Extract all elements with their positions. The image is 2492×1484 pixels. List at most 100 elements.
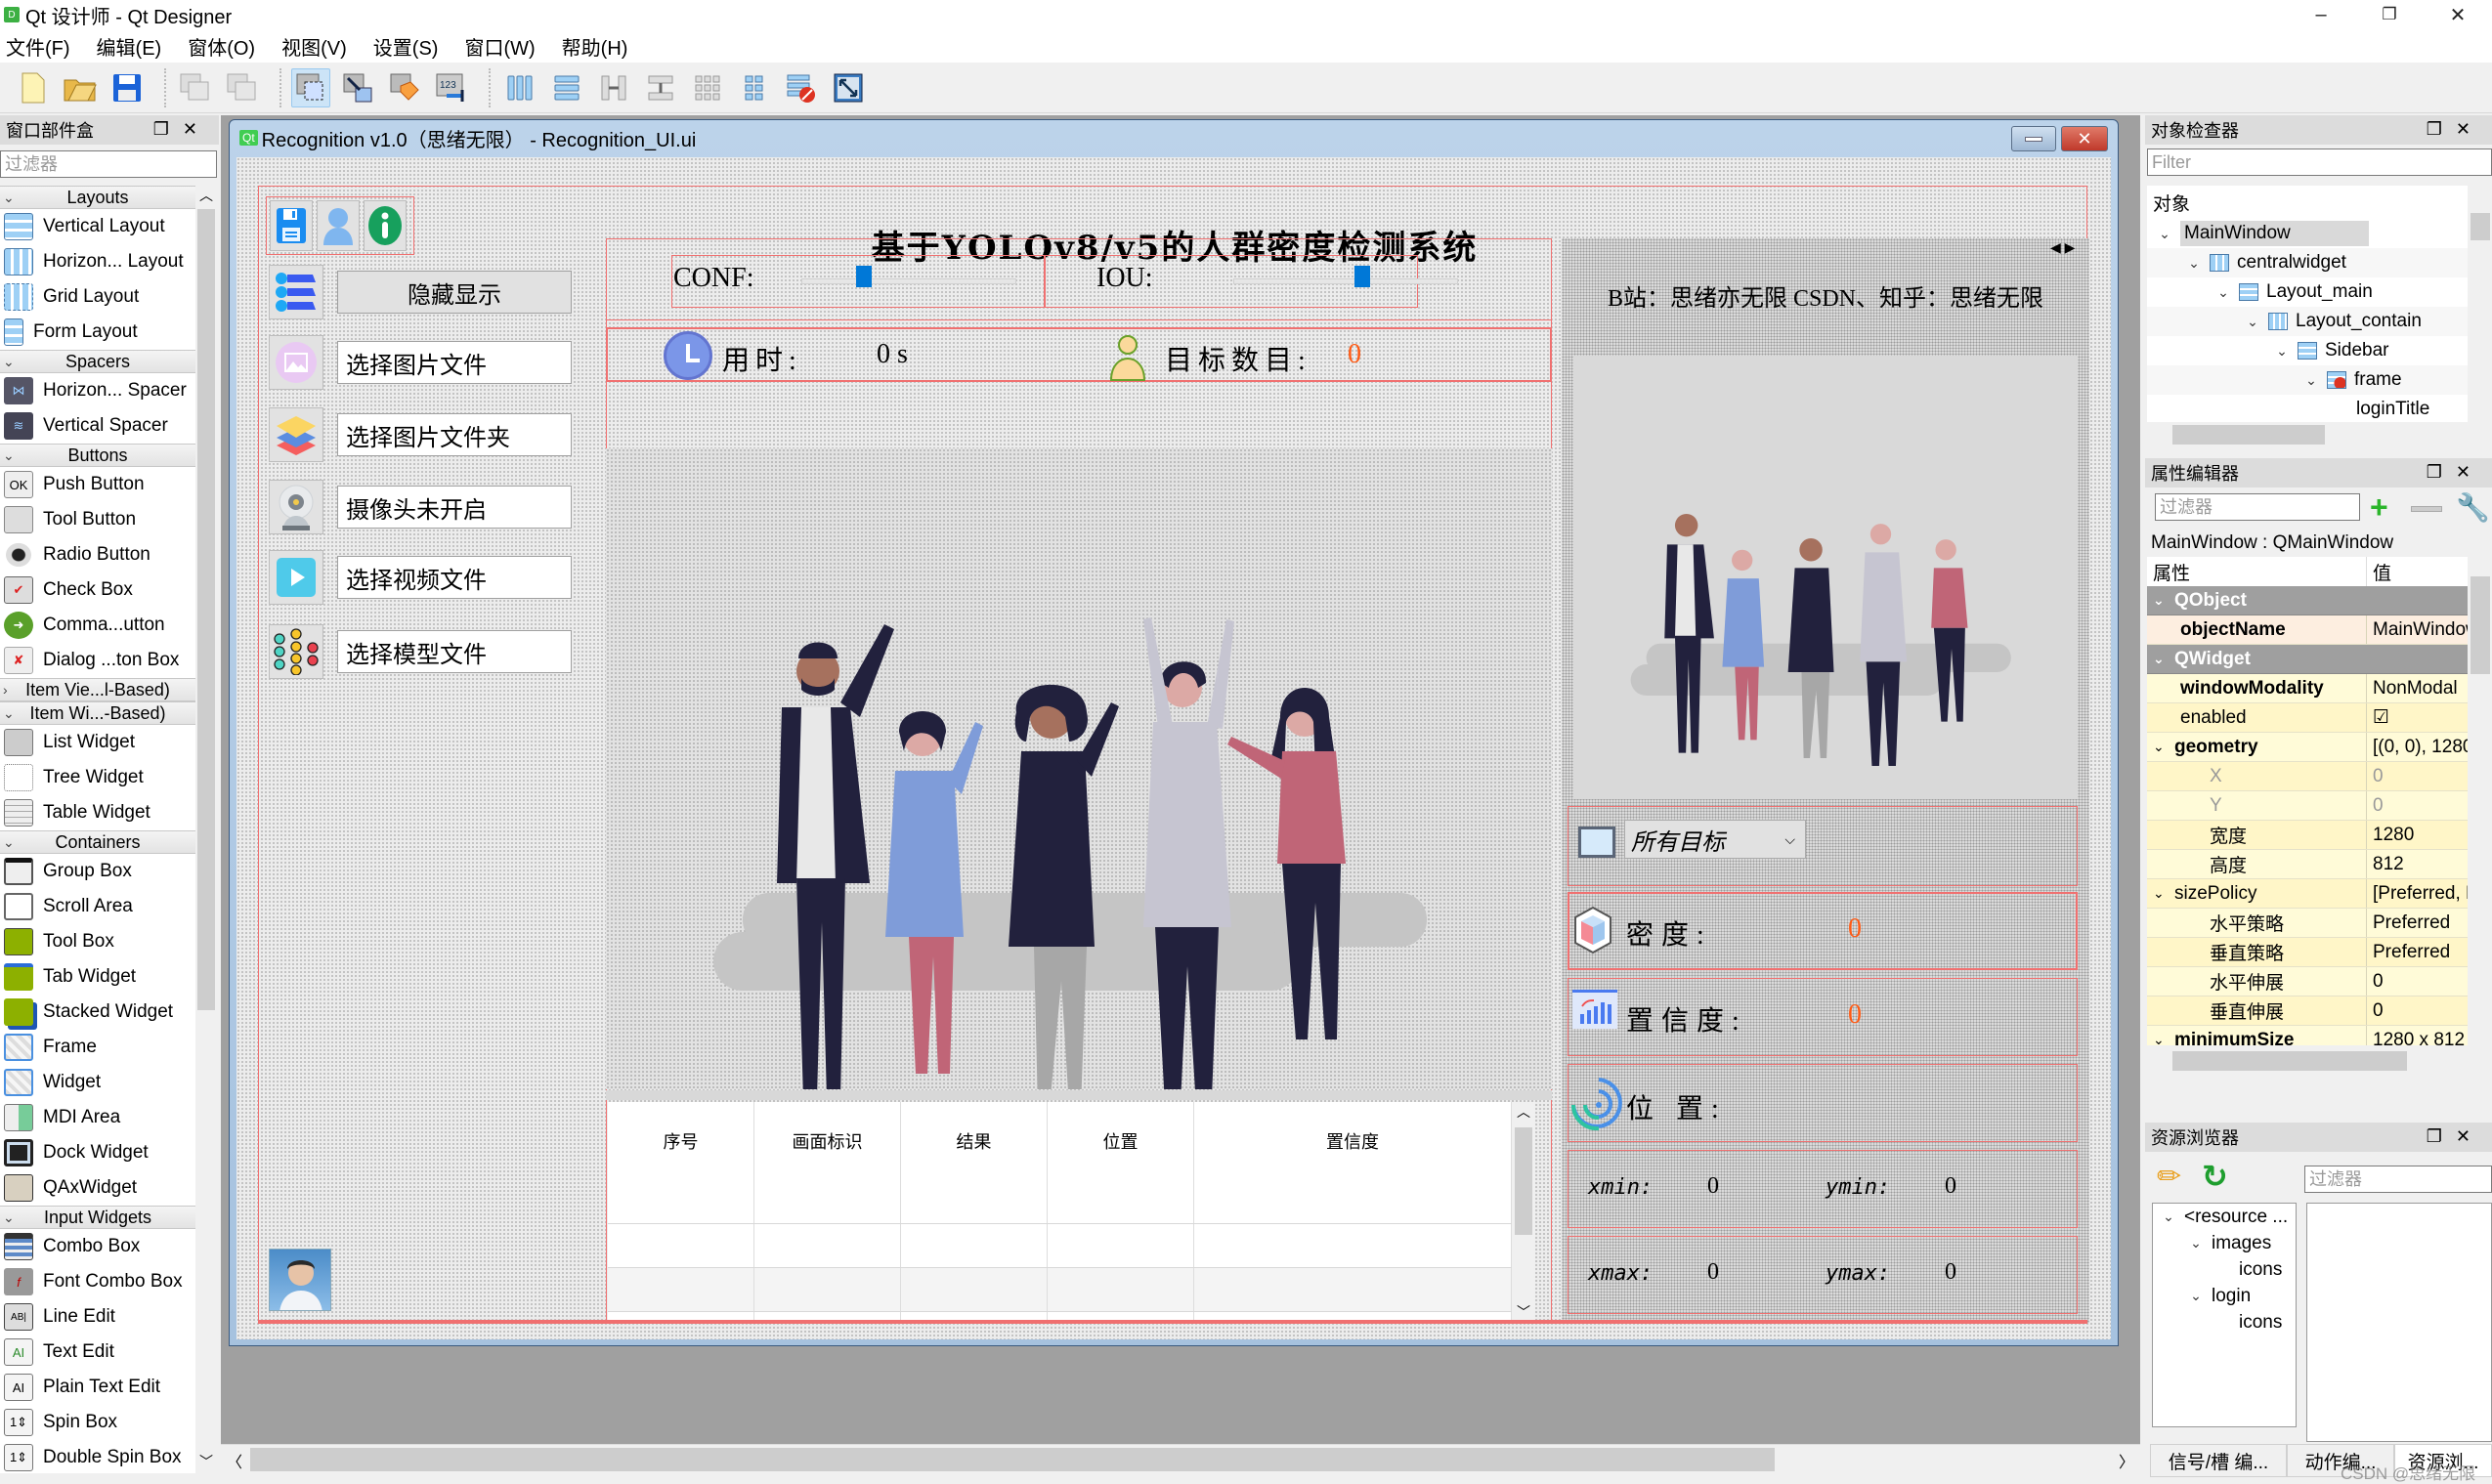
property-category[interactable]: ⌄ QObject xyxy=(2147,586,2468,615)
widget-item[interactable]: Scroll Area xyxy=(0,889,195,924)
widget-item[interactable]: Combo Box xyxy=(0,1229,195,1264)
widget-item[interactable]: Form Layout xyxy=(0,315,195,350)
widget-item[interactable]: ✔ Check Box xyxy=(0,572,195,608)
property-row[interactable]: 垂直策略 Preferred xyxy=(2147,938,2468,967)
chevron-down-icon[interactable]: ⌄ xyxy=(2153,592,2174,609)
property-value[interactable]: 1280 x 812 xyxy=(2367,1026,2468,1046)
object-tree-item[interactable]: ⌄ centralwidget xyxy=(2147,248,2468,277)
table-cell[interactable] xyxy=(754,1180,901,1223)
conf-slider[interactable] xyxy=(801,266,1016,287)
save-icon[interactable] xyxy=(107,68,147,107)
widget-box-scrollbar[interactable]: ︿ ﹀ xyxy=(195,186,217,1473)
property-value[interactable]: NonModal xyxy=(2367,674,2468,702)
resource-filter-input[interactable]: 过滤器 xyxy=(2304,1166,2492,1193)
menu-file[interactable]: 文件(F) xyxy=(6,32,70,61)
widget-item[interactable]: Group Box xyxy=(0,854,195,889)
widget-category[interactable]: ⌄ Input Widgets xyxy=(0,1206,195,1229)
property-value[interactable]: [(0, 0), 1280 x 812] xyxy=(2367,733,2468,761)
scroll-down-icon[interactable]: ﹀ xyxy=(199,1452,213,1471)
widget-item[interactable]: AI Plain Text Edit xyxy=(0,1370,195,1405)
property-value[interactable]: 0 xyxy=(2367,791,2468,820)
chevron-down-icon[interactable]: ⌄ xyxy=(2159,1208,2178,1225)
break-layout-icon[interactable] xyxy=(782,68,821,107)
object-tree-item[interactable]: ⌄ frame xyxy=(2147,365,2468,395)
table-cell[interactable] xyxy=(608,1268,754,1311)
layers-folder-icon[interactable] xyxy=(269,407,323,462)
menu-view[interactable]: 视图(V) xyxy=(281,32,347,61)
maximize-button[interactable]: ❐ xyxy=(2355,0,2424,29)
dock-tab[interactable]: 信号/槽 编... xyxy=(2150,1444,2287,1477)
table-cell[interactable] xyxy=(1048,1180,1194,1223)
dock-float-close-icons[interactable]: ❐✕ xyxy=(2427,462,2484,483)
property-value[interactable]: 0 xyxy=(2367,996,2468,1025)
property-row[interactable]: ⌄ minimumSize 1280 x 812 xyxy=(2147,1026,2468,1045)
property-value[interactable]: MainWindow xyxy=(2367,615,2468,644)
table-cell[interactable] xyxy=(901,1180,1048,1223)
property-value[interactable]: 812 xyxy=(2367,850,2468,878)
resource-tree-item[interactable]: ⌄ <resource ... xyxy=(2153,1204,2296,1230)
webcam-icon[interactable] xyxy=(269,480,323,534)
menu-help[interactable]: 帮助(H) xyxy=(562,32,628,61)
sidebar-button[interactable]: 选择模型文件 xyxy=(337,630,572,673)
object-tree-header[interactable]: 对象 xyxy=(2147,186,2468,219)
resource-tree-item[interactable]: icons xyxy=(2153,1256,2296,1283)
property-row[interactable]: Y0 xyxy=(2147,791,2468,821)
form-close-button[interactable]: ✕ xyxy=(2061,126,2108,151)
widget-item[interactable]: Dock Widget xyxy=(0,1135,195,1170)
property-category[interactable]: ⌄ QWidget xyxy=(2147,645,2468,674)
conf-slider-handle[interactable] xyxy=(856,266,872,287)
widget-item[interactable]: Radio Button xyxy=(0,537,195,572)
widget-item[interactable]: 1⇕ Double Spin Box xyxy=(0,1440,195,1473)
target-select-dropdown[interactable]: 所有目标 ⌵ xyxy=(1624,820,1806,859)
widget-item[interactable]: OK Push Button xyxy=(0,467,195,502)
widget-item[interactable]: 1⇕ Spin Box xyxy=(0,1405,195,1440)
widget-category[interactable]: ⌄ Containers xyxy=(0,830,195,854)
resource-tree-item[interactable]: icons xyxy=(2153,1309,2296,1336)
property-row[interactable]: 水平策略 Preferred xyxy=(2147,909,2468,938)
table-cell[interactable] xyxy=(608,1180,754,1223)
widget-box-filter[interactable]: 过滤器 xyxy=(0,150,217,178)
paste-icon[interactable] xyxy=(223,68,262,107)
chevron-down-icon[interactable]: ⌄ xyxy=(2301,372,2321,389)
iou-slider[interactable] xyxy=(1233,266,1458,287)
chevron-down-icon[interactable]: ⌄ xyxy=(2186,1288,2206,1304)
property-row[interactable]: ⌄geometry [(0, 0), 1280 x 812] xyxy=(2147,733,2468,762)
widget-item[interactable]: Tool Box xyxy=(0,924,195,959)
property-vscroll[interactable] xyxy=(2468,557,2492,1045)
property-row[interactable]: ⌄sizePolicy [Preferred, Preferred, 0, 0] xyxy=(2147,879,2468,909)
table-row[interactable] xyxy=(608,1180,1512,1224)
save-icon[interactable] xyxy=(270,200,313,251)
table-header-cell[interactable]: 结果 xyxy=(901,1102,1048,1180)
chevron-down-icon[interactable]: ⌄ xyxy=(2184,255,2204,272)
widget-item[interactable]: Horizon... Layout xyxy=(0,244,195,279)
chevron-down-icon[interactable]: ⌄ xyxy=(2155,226,2174,242)
dock-float-close-icons[interactable]: ❐✕ xyxy=(153,119,211,140)
dock-float-close-icons[interactable]: ❐✕ xyxy=(2427,1126,2484,1147)
adjust-size-icon[interactable] xyxy=(829,68,868,107)
minimize-button[interactable]: – xyxy=(2287,0,2355,29)
table-cell[interactable] xyxy=(754,1224,901,1267)
open-folder-icon[interactable] xyxy=(61,68,100,107)
scroll-left-icon[interactable]: 〈 xyxy=(227,1449,242,1472)
chevron-down-icon[interactable]: ⌄ xyxy=(2213,284,2233,301)
widget-category[interactable]: ⌄ Item Wi...-Based) xyxy=(0,701,195,725)
widget-item[interactable]: List Widget xyxy=(0,725,195,760)
property-row[interactable]: 宽度 1280 xyxy=(2147,821,2468,850)
object-tree-vscroll[interactable] xyxy=(2468,186,2492,422)
chevron-down-icon[interactable]: ⌄ xyxy=(2153,739,2174,755)
table-header-cell[interactable]: 置信度 xyxy=(1194,1102,1512,1180)
iou-slider-handle[interactable] xyxy=(1354,266,1370,287)
copy-icon[interactable] xyxy=(176,68,215,107)
property-row[interactable]: 水平伸展 0 xyxy=(2147,967,2468,996)
object-tree[interactable]: 对象 ⌄ MainWindow ⌄ centralwidget ⌄ Layout_main… xyxy=(2147,186,2468,422)
user-icon[interactable] xyxy=(317,200,360,251)
chevron-down-icon[interactable]: ⌄ xyxy=(2153,1032,2174,1045)
scrollbar-thumb[interactable] xyxy=(1515,1127,1532,1235)
property-row[interactable]: X0 xyxy=(2147,762,2468,791)
object-tree-hscroll[interactable] xyxy=(2147,422,2468,445)
property-row[interactable]: 高度 812 xyxy=(2147,850,2468,879)
edit-tab-order-icon[interactable]: 123 xyxy=(432,68,471,107)
property-value[interactable]: 0 xyxy=(2367,967,2468,996)
add-property-icon[interactable]: + xyxy=(2370,491,2388,523)
property-value[interactable]: Preferred xyxy=(2367,938,2468,966)
